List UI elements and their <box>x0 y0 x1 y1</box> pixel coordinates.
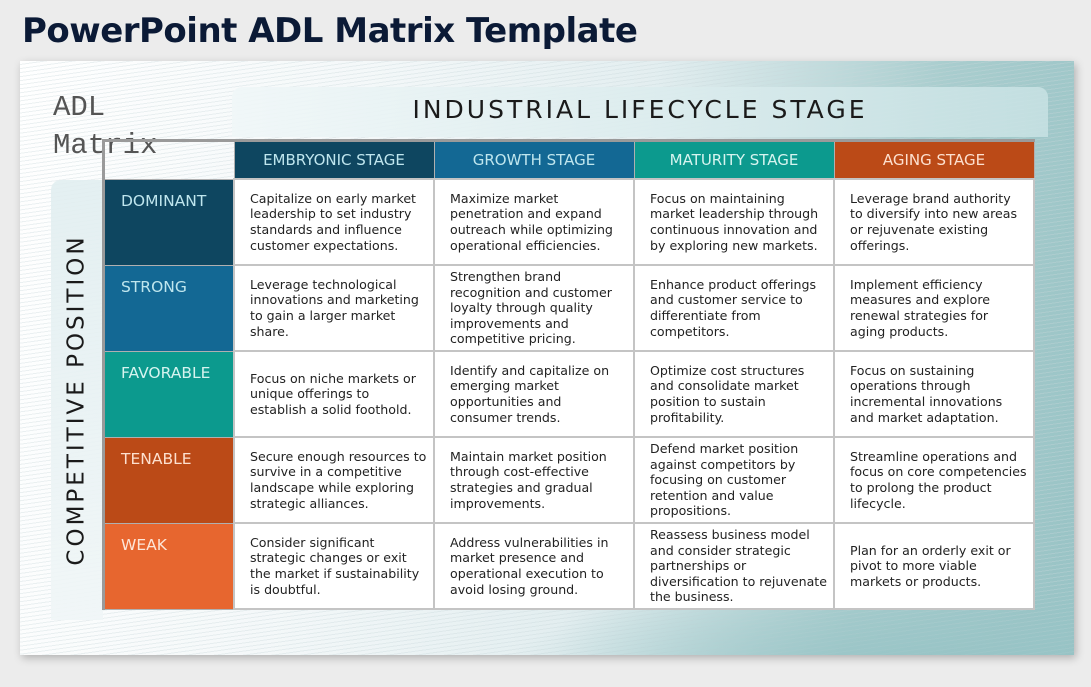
stage-header-growth: GROWTH STAGE <box>433 140 635 180</box>
matrix-row-favorable: FAVORABLE Focus on niche markets or uniq… <box>103 350 1035 438</box>
matrix-cell: Enhance product offerings and customer s… <box>633 264 835 352</box>
matrix-title-line-1: ADL <box>53 91 106 124</box>
adl-matrix-table: EMBRYONIC STAGE GROWTH STAGE MATURITY ST… <box>102 139 1035 610</box>
matrix-cell: Address vulnerabilities in market presen… <box>433 522 635 610</box>
slide: ADL Matrix INDUSTRIAL LIFECYCLE STAGE CO… <box>20 61 1074 655</box>
stage-header-embryonic: EMBRYONIC STAGE <box>233 140 435 180</box>
matrix-row-weak: WEAK Consider significant strategic chan… <box>103 522 1035 610</box>
matrix-cell: Streamline operations and focus on core … <box>833 436 1035 524</box>
matrix-cell: Defend market position against competito… <box>633 436 835 524</box>
position-label-weak: WEAK <box>103 522 235 610</box>
matrix-row-tenable: TENABLE Secure enough resources to survi… <box>103 436 1035 524</box>
matrix-row-dominant: DOMINANT Capitalize on early market lead… <box>103 178 1035 266</box>
matrix-cell: Implement efficiency measures and explor… <box>833 264 1035 352</box>
stage-header-row: EMBRYONIC STAGE GROWTH STAGE MATURITY ST… <box>104 140 1035 180</box>
matrix-cell: Leverage brand authority to diversify in… <box>833 178 1035 266</box>
position-label-favorable: FAVORABLE <box>103 350 235 438</box>
matrix-cell: Identify and capitalize on emerging mark… <box>433 350 635 438</box>
page-title: PowerPoint ADL Matrix Template <box>22 11 638 51</box>
matrix-cell: Secure enough resources to survive in a … <box>233 436 435 524</box>
matrix-cell: Focus on maintaining market leadership t… <box>633 178 835 266</box>
position-label-strong: STRONG <box>103 264 235 352</box>
matrix-cell: Leverage technological innovations and m… <box>233 264 435 352</box>
matrix-cell: Strengthen brand recognition and custome… <box>433 264 635 352</box>
matrix-cell: Focus on niche markets or unique offerin… <box>233 350 435 438</box>
position-label-dominant: DOMINANT <box>103 178 235 266</box>
matrix-row-strong: STRONG Leverage technological innovation… <box>103 264 1035 352</box>
matrix-cell: Capitalize on early market leadership to… <box>233 178 435 266</box>
matrix-cell: Maximize market penetration and expand o… <box>433 178 635 266</box>
matrix-cell: Maintain market position through cost-ef… <box>433 436 635 524</box>
matrix-cell: Consider significant strategic changes o… <box>233 522 435 610</box>
matrix-cell: Focus on sustaining operations through i… <box>833 350 1035 438</box>
position-label-tenable: TENABLE <box>103 436 235 524</box>
row-axis-title: COMPETITIVE POSITION <box>64 234 90 566</box>
stage-header-maturity: MATURITY STAGE <box>633 140 835 180</box>
matrix-cell: Optimize cost structures and consolidate… <box>633 350 835 438</box>
column-axis-title: INDUSTRIAL LIFECYCLE STAGE <box>412 95 868 124</box>
corner-cell <box>104 141 235 180</box>
matrix-cell: Plan for an orderly exit or pivot to mor… <box>833 522 1035 610</box>
stage-header-aging: AGING STAGE <box>833 140 1035 180</box>
row-axis-title-wrap: COMPETITIVE POSITION <box>51 180 103 620</box>
matrix-cell: Reassess business model and consider str… <box>633 522 835 610</box>
